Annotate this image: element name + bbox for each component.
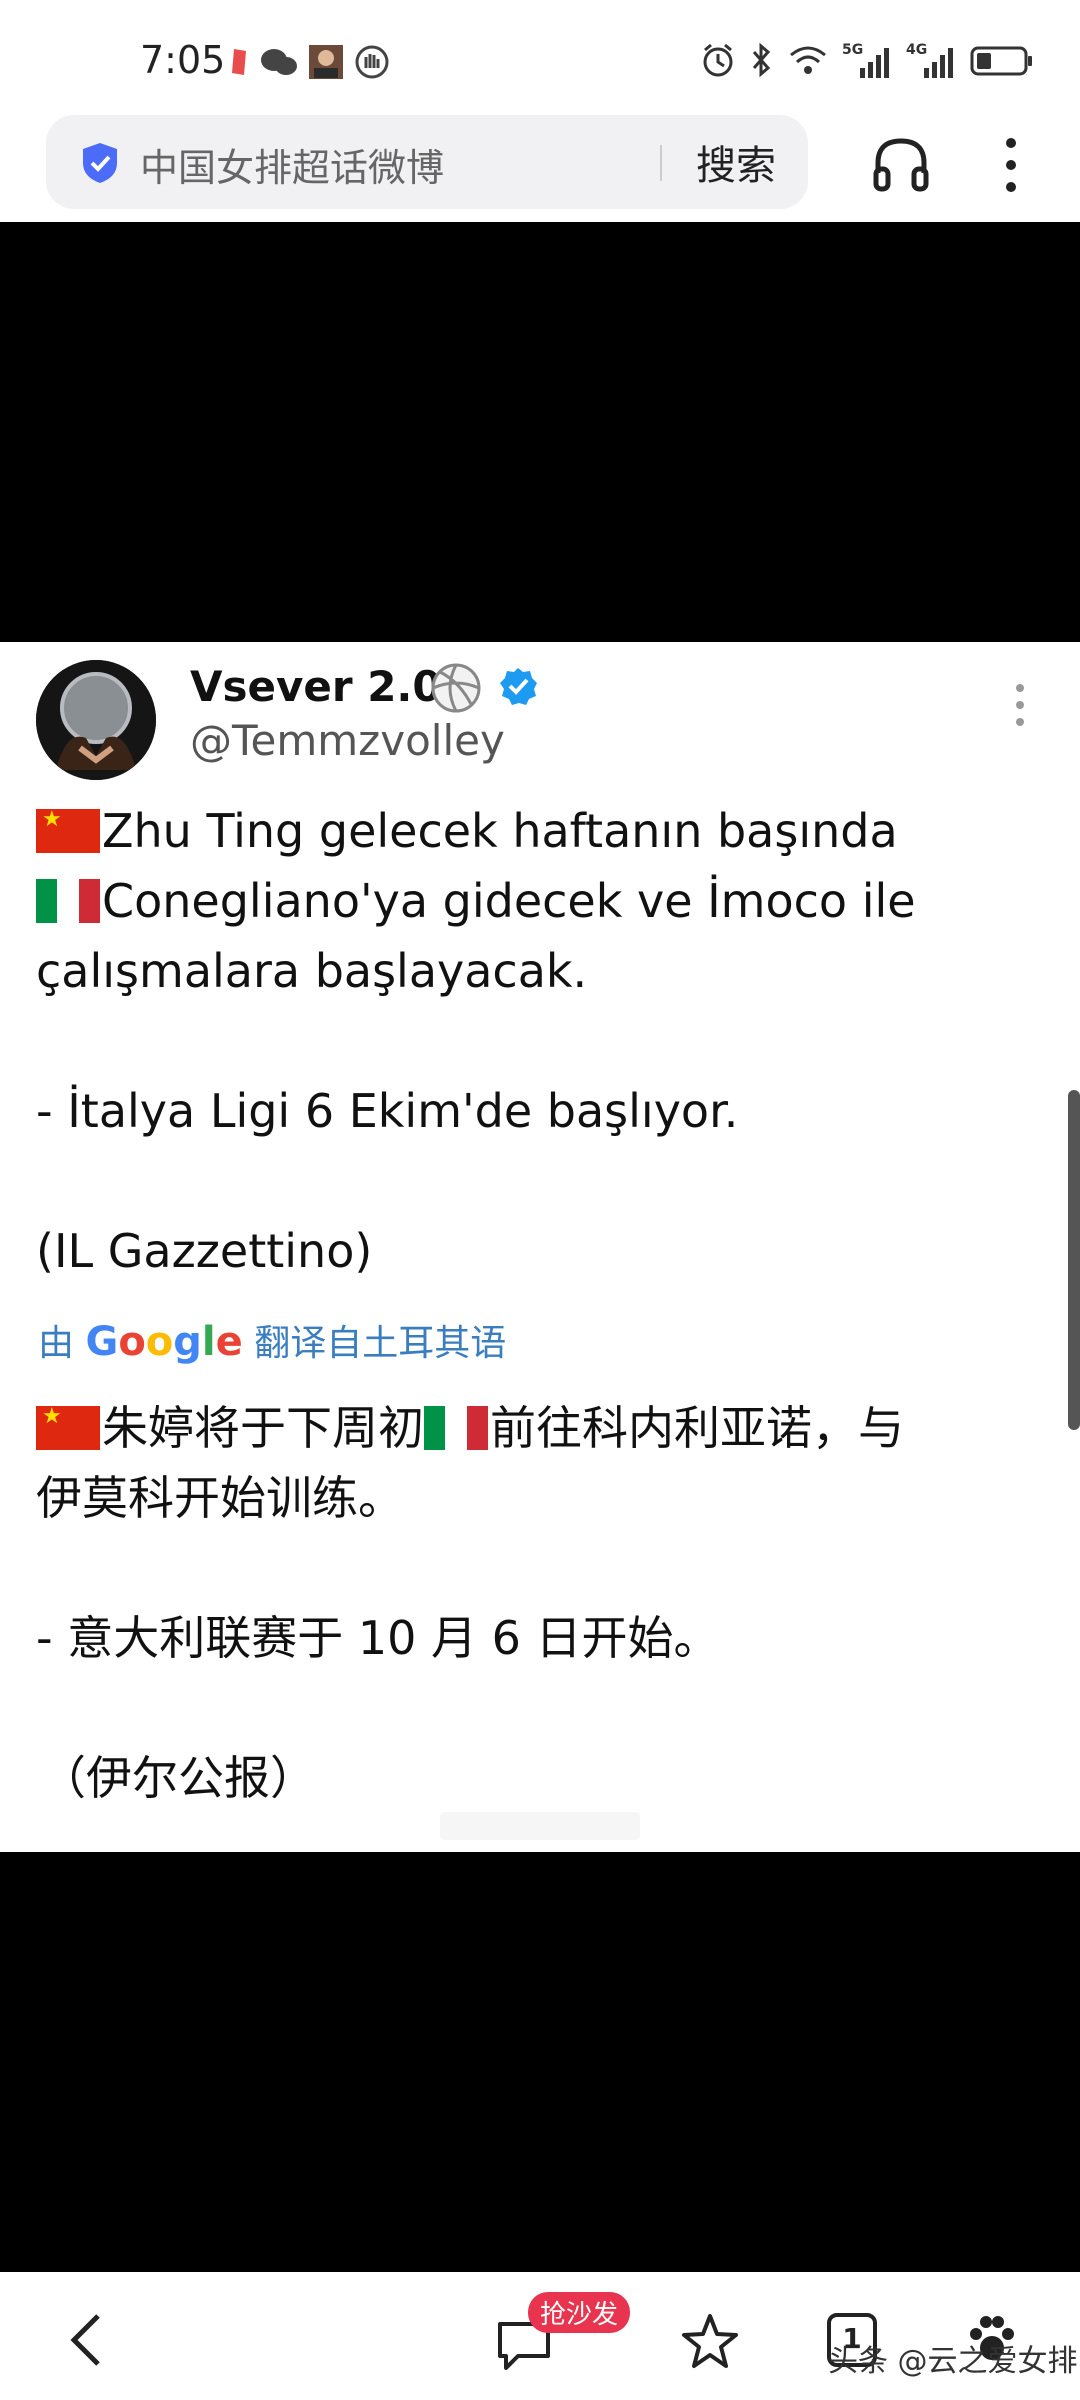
- avatar[interactable]: [36, 660, 156, 780]
- translated-text-line: （伊尔公报）: [40, 1742, 316, 1808]
- volleyball-icon: [430, 662, 482, 718]
- divider: [660, 145, 662, 181]
- app-notification-icon: [228, 47, 250, 81]
- translated-text: - 意大利联赛于 10 月 6 日开始。: [36, 1611, 720, 1665]
- tweet-text-line: Zhu Ting gelecek haftanın başında: [36, 804, 898, 858]
- signal-4g-icon: 4G: [906, 42, 956, 80]
- signal-5g-icon: 5G: [842, 42, 892, 80]
- search-button[interactable]: 搜索: [696, 133, 776, 191]
- bluetooth-icon: [750, 42, 774, 82]
- wechat-icon: [260, 46, 298, 82]
- translated-text-line: - 意大利联赛于 10 月 6 日开始。: [36, 1602, 720, 1668]
- china-flag-icon: [36, 1404, 100, 1450]
- app-thumbnail-icon: [308, 44, 344, 84]
- display-name[interactable]: Vsever 2.0: [190, 662, 442, 711]
- translated-text-line: 朱婷将于下周初 前往科内利亚诺，与: [36, 1392, 904, 1458]
- china-flag-icon: [36, 807, 100, 853]
- google-logo: Google: [85, 1319, 243, 1365]
- tweet-text-line: çalışmalara başlayacak.: [36, 944, 587, 998]
- tweet-text-line: - İtalya Ligi 6 Ekim'de başlıyor.: [36, 1084, 738, 1138]
- user-handle[interactable]: @Temmzvolley: [190, 716, 505, 765]
- tweet-text: çalışmalara başlayacak.: [36, 944, 588, 998]
- status-bar: 7:05 5G 4G: [0, 0, 1080, 120]
- more-menu-icon[interactable]: [996, 133, 1026, 197]
- watermark: 头条 @云之爱女排: [828, 2344, 1078, 2379]
- scrollbar[interactable]: [1068, 1090, 1080, 1430]
- tweet-text-line: Conegliano'ya gidecek ve İmoco ile: [36, 874, 916, 928]
- image-black-area-top: [0, 222, 1080, 642]
- wifi-icon: [788, 43, 828, 81]
- search-input[interactable]: 中国女排超话微博: [140, 137, 444, 192]
- alarm-icon: [700, 42, 736, 82]
- translated-text: （伊尔公报）: [40, 1751, 316, 1805]
- translate-prefix: 由: [38, 1323, 75, 1364]
- translated-text: 伊莫科开始训练。: [36, 1471, 404, 1525]
- translated-text: 朱婷将于下周初: [102, 1401, 424, 1455]
- tweet-text: - İtalya Ligi 6 Ekim'de başlıyor.: [36, 1084, 739, 1138]
- translated-text-line: 伊莫科开始训练。: [36, 1462, 404, 1528]
- translate-link[interactable]: 由 Google 翻译自土耳其语: [38, 1314, 506, 1366]
- tweet-text: (IL Gazzettino): [36, 1224, 373, 1278]
- star-icon[interactable]: [680, 2312, 740, 2376]
- headphone-icon[interactable]: [870, 133, 932, 195]
- status-time: 7:05: [140, 38, 226, 82]
- italy-flag-icon: [424, 1406, 488, 1450]
- tweet-text: Zhu Ting gelecek haftanın başında: [102, 804, 898, 858]
- system-icons: 5G 4G: [700, 42, 1034, 82]
- faded-text-placeholder: [440, 1812, 640, 1840]
- address-row: 中国女排超话微博 搜索: [0, 115, 1080, 220]
- image-black-area-bottom: [0, 1852, 1080, 2272]
- bottom-nav-bar: 抢沙发 1 头条 @云之爱女排: [0, 2272, 1080, 2400]
- tweet-text-line: (IL Gazzettino): [36, 1224, 372, 1278]
- italy-flag-icon: [36, 879, 100, 923]
- tweet-text: Conegliano'ya gidecek ve İmoco ile: [102, 874, 916, 928]
- search-bar[interactable]: 中国女排超话微博 搜索: [46, 115, 808, 209]
- hand-icon: [354, 44, 390, 84]
- translate-suffix: 翻译自土耳其语: [254, 1323, 507, 1364]
- translated-text: 前往科内利亚诺，与: [490, 1401, 904, 1455]
- tweet-more-icon[interactable]: [1010, 680, 1030, 730]
- verified-badge-icon: [498, 666, 538, 710]
- back-icon[interactable]: [66, 2310, 106, 2374]
- notification-icons: [228, 44, 390, 84]
- shield-icon: [80, 141, 120, 189]
- comment-badge[interactable]: 抢沙发: [528, 2292, 631, 2333]
- battery-icon: [970, 44, 1034, 80]
- tweet-card: Vsever 2.0 @Temmzvolley Zhu Ting gelecek…: [0, 642, 1080, 1852]
